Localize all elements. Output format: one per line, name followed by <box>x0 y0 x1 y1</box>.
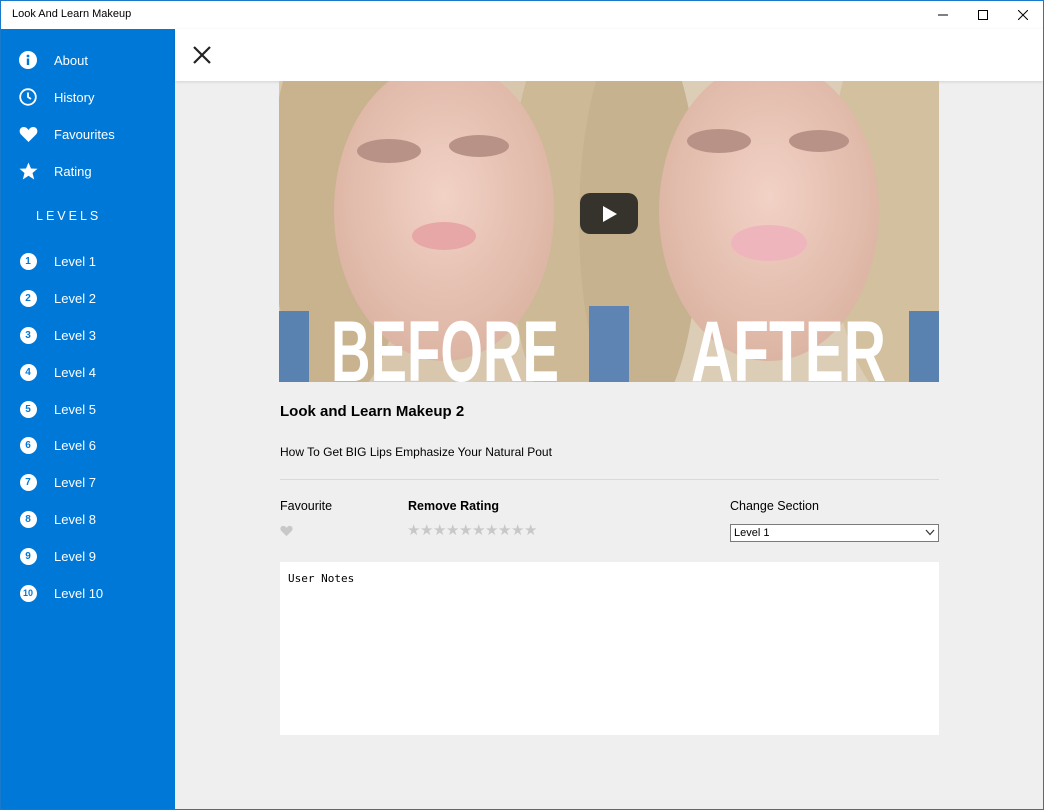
top-bar <box>175 29 1043 81</box>
sidebar-item-level-10[interactable]: 10 Level 10 <box>1 576 175 610</box>
level-number-icon: 4 <box>18 362 38 382</box>
sidebar-item-label: Favourites <box>54 126 115 142</box>
remove-rating-button[interactable]: Remove Rating <box>408 499 499 513</box>
sidebar-item-label: Level 3 <box>54 327 96 343</box>
play-button[interactable] <box>580 193 638 234</box>
sidebar-item-label: Level 5 <box>54 401 96 417</box>
chevron-down-icon <box>925 529 935 536</box>
level-number: 3 <box>19 326 37 344</box>
sidebar-item-favourites[interactable]: Favourites <box>1 117 175 151</box>
sidebar-item-label: Level 6 <box>54 437 96 453</box>
star-7-icon[interactable]: ★ <box>485 523 498 538</box>
info-icon <box>18 50 38 70</box>
video-title: Look and Learn Makeup 2 <box>280 403 465 420</box>
section-select-value: Level 1 <box>734 527 770 539</box>
app-window: Look And Learn Makeup About History Favo… <box>0 0 1044 810</box>
level-number: 8 <box>19 510 37 528</box>
maximize-button[interactable] <box>963 1 1003 29</box>
sidebar-item-label: Level 4 <box>54 364 96 380</box>
video-subtitle: How To Get BIG Lips Emphasize Your Natur… <box>280 445 552 459</box>
star-9-icon[interactable]: ★ <box>511 523 524 538</box>
sidebar-item-label: Level 1 <box>54 253 96 269</box>
level-number: 7 <box>19 473 37 491</box>
star-8-icon[interactable]: ★ <box>498 523 511 538</box>
sidebar-item-label: Level 2 <box>54 290 96 306</box>
play-icon <box>603 205 617 222</box>
sidebar-item-level-9[interactable]: 9 Level 9 <box>1 539 175 573</box>
favourite-label: Favourite <box>280 499 333 513</box>
star-2-icon[interactable]: ★ <box>420 523 433 538</box>
maximize-icon <box>978 10 988 20</box>
user-notes-placeholder: User Notes <box>288 572 355 585</box>
favourite-heart-icon[interactable] <box>280 525 293 537</box>
level-number-icon: 6 <box>18 435 38 455</box>
star-icon <box>18 161 38 181</box>
level-number-icon: 10 <box>18 583 38 603</box>
star-5-icon[interactable]: ★ <box>459 523 472 538</box>
sidebar-item-level-7[interactable]: 7 Level 7 <box>1 465 175 499</box>
level-number-icon: 7 <box>18 472 38 492</box>
star-1-icon[interactable]: ★ <box>407 523 420 538</box>
sidebar-item-level-6[interactable]: 6 Level 6 <box>1 428 175 462</box>
level-number-icon: 8 <box>18 509 38 529</box>
star-6-icon[interactable]: ★ <box>472 523 485 538</box>
section-select[interactable]: Level 1 <box>730 524 939 542</box>
level-number: 5 <box>19 400 37 418</box>
level-number-icon: 3 <box>18 325 38 345</box>
sidebar-item-level-4[interactable]: 4 Level 4 <box>1 355 175 389</box>
window-close-button[interactable] <box>1003 1 1043 29</box>
rating-stars: ★ ★ ★ ★ ★ ★ ★ ★ ★ ★ <box>407 523 537 538</box>
sidebar: About History Favourites Rating LEVELS 1… <box>1 29 175 809</box>
sidebar-item-level-1[interactable]: 1 Level 1 <box>1 244 175 278</box>
clock-icon <box>18 87 38 107</box>
thumbnail-text-after: AFTER <box>691 304 886 382</box>
level-number: 4 <box>19 363 37 381</box>
sidebar-item-label: Level 9 <box>54 548 96 564</box>
sidebar-item-level-5[interactable]: 5 Level 5 <box>1 392 175 426</box>
sidebar-item-label: About <box>54 52 88 68</box>
star-3-icon[interactable]: ★ <box>433 523 446 538</box>
level-number-icon: 9 <box>18 546 38 566</box>
star-10-icon[interactable]: ★ <box>524 523 537 538</box>
star-4-icon[interactable]: ★ <box>446 523 459 538</box>
minimize-icon <box>938 14 948 16</box>
change-section-label: Change Section <box>730 499 819 513</box>
sidebar-item-level-8[interactable]: 8 Level 8 <box>1 502 175 536</box>
level-number-icon: 1 <box>18 251 38 271</box>
sidebar-item-about[interactable]: About <box>1 43 175 77</box>
level-number-icon: 5 <box>18 399 38 419</box>
levels-heading: LEVELS <box>36 209 102 223</box>
level-number: 10 <box>19 584 37 602</box>
sidebar-item-history[interactable]: History <box>1 80 175 114</box>
sidebar-item-label: History <box>54 89 95 105</box>
sidebar-item-label: Level 7 <box>54 474 96 490</box>
title-bar: Look And Learn Makeup <box>1 1 1043 29</box>
divider <box>280 479 939 480</box>
close-panel-icon[interactable] <box>191 44 213 66</box>
sidebar-item-label: Level 8 <box>54 511 96 527</box>
level-number-icon: 2 <box>18 288 38 308</box>
minimize-button[interactable] <box>923 1 963 29</box>
level-number: 2 <box>19 289 37 307</box>
app-title: Look And Learn Makeup <box>12 8 132 20</box>
user-notes-textarea[interactable]: User Notes <box>280 562 939 735</box>
sidebar-item-level-3[interactable]: 3 Level 3 <box>1 318 175 352</box>
thumbnail-text-before: BEFORE <box>331 304 559 382</box>
video-player[interactable]: BEFORE AFTER <box>279 81 939 382</box>
heart-icon <box>18 124 38 144</box>
sidebar-item-label: Level 10 <box>54 585 104 601</box>
sidebar-item-rating[interactable]: Rating <box>1 154 175 188</box>
level-number: 6 <box>19 436 37 454</box>
sidebar-item-label: Rating <box>54 163 92 179</box>
close-icon <box>1018 10 1028 20</box>
level-number: 9 <box>19 547 37 565</box>
level-number: 1 <box>19 252 37 270</box>
sidebar-item-level-2[interactable]: 2 Level 2 <box>1 281 175 315</box>
